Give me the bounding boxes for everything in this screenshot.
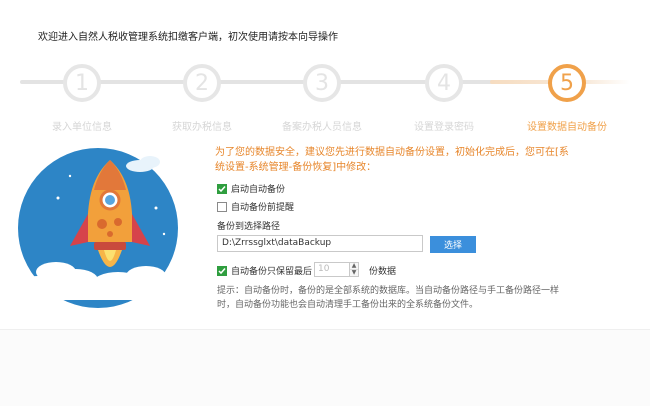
check-icon <box>218 267 226 274</box>
backup-remind-label: 自动备份前提醒 <box>231 203 295 213</box>
step-1-circle: 1 <box>63 64 101 102</box>
step-5-circle: 5 <box>548 64 586 102</box>
backup-remind-checkbox[interactable] <box>217 201 227 212</box>
keep-recent-checkbox[interactable] <box>217 265 227 276</box>
keep-count-stepper[interactable]: ▲ ▼ <box>349 262 359 277</box>
wizard-title: 欢迎进入自然人税收管理系统扣缴客户端，初次使用请按本向导操作 <box>38 32 338 43</box>
auto-backup-label: 启动自动备份 <box>231 185 286 195</box>
step-4-circle: 4 <box>425 64 463 102</box>
keep-recent-label: 自动备份只保留最后 <box>231 267 313 277</box>
keep-recent-option[interactable]: 自动备份只保留最后 <box>217 264 312 277</box>
step-5-label: 设置数据自动备份 <box>527 122 607 133</box>
backup-path-input[interactable]: D:\Zrrssglxt\dataBackup <box>217 235 423 252</box>
auto-backup-option[interactable]: 启动自动备份 <box>217 182 285 195</box>
step-2-circle: 2 <box>183 64 221 102</box>
auto-backup-checkbox[interactable] <box>217 183 227 194</box>
step-4-label: 设置登录密码 <box>414 122 474 133</box>
step-3-label: 备案办税人员信息 <box>282 122 362 133</box>
keep-count-input[interactable]: 10 <box>314 262 350 277</box>
chevron-down-icon[interactable]: ▼ <box>350 269 358 276</box>
step-2-label: 获取办税信息 <box>172 122 232 133</box>
backup-hint-text: 提示：自动备份时，备份的是全部系统的数据库。当自动备份路径与手工备份路径一样时，… <box>217 286 560 310</box>
rocket-illustration <box>18 148 178 308</box>
keep-unit-label: 份数据 <box>369 267 397 277</box>
step-3-circle: 3 <box>303 64 341 102</box>
footer-area <box>0 329 650 406</box>
check-icon <box>218 185 226 192</box>
step-1-label: 录入单位信息 <box>52 122 112 133</box>
browse-button[interactable]: 选择 <box>430 236 476 253</box>
backup-remind-option[interactable]: 自动备份前提醒 <box>217 200 294 213</box>
backup-intro-text: 为了您的数据安全，建议您先进行数据自动备份设置，初始化完成后，您可在[系统设置-… <box>215 147 569 173</box>
backup-path-label: 备份到选择路径 <box>217 222 281 232</box>
